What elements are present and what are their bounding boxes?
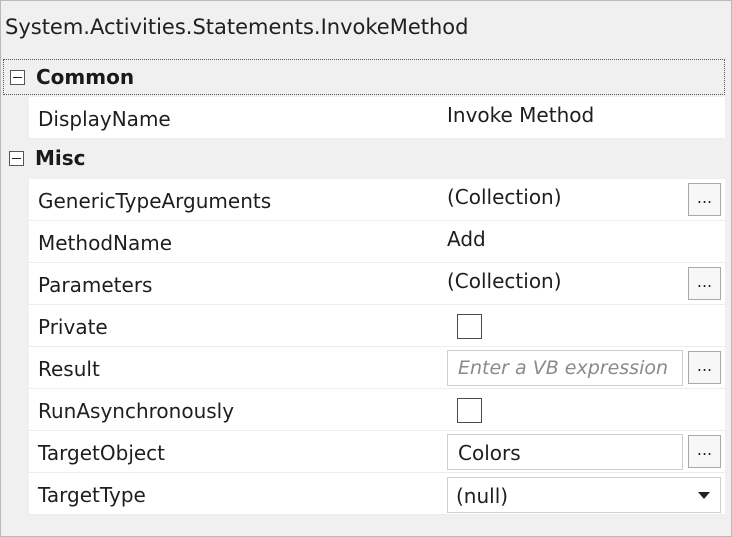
category-common[interactable]: Common <box>3 59 725 95</box>
property-name: RunAsynchronously <box>38 399 235 423</box>
collapse-minus-icon[interactable] <box>10 70 25 85</box>
result-placeholder: Enter a VB expression <box>458 357 669 379</box>
run-asynchronously-checkbox[interactable] <box>457 398 482 423</box>
property-grid-panel: System.Activities.Statements.InvokeMetho… <box>0 0 732 537</box>
property-name: DisplayName <box>38 107 171 131</box>
property-name: TargetType <box>38 483 146 507</box>
property-name: Parameters <box>38 273 153 297</box>
property-value[interactable]: (Collection) <box>447 269 562 293</box>
category-misc[interactable]: Misc <box>3 141 725 177</box>
chevron-down-icon <box>698 492 710 499</box>
property-name: MethodName <box>38 231 173 255</box>
property-grid: Common DisplayName Invoke Method Misc Ge… <box>3 59 725 535</box>
property-value[interactable]: (Collection) <box>447 185 562 209</box>
property-row-result[interactable]: Result Enter a VB expression ... <box>29 347 725 389</box>
result-expression-input[interactable]: Enter a VB expression <box>447 350 683 386</box>
property-row-private[interactable]: Private <box>29 305 725 347</box>
property-value[interactable]: Invoke Method <box>447 103 594 127</box>
ellipsis-button[interactable]: ... <box>688 435 721 468</box>
property-row-parameters[interactable]: Parameters (Collection) ... <box>29 263 725 305</box>
collapse-minus-icon[interactable] <box>9 151 24 166</box>
property-name: Private <box>38 315 108 339</box>
property-row-targettype[interactable]: TargetType (null) <box>29 473 725 515</box>
ellipsis-button[interactable]: ... <box>688 351 721 384</box>
ellipsis-button[interactable]: ... <box>688 183 721 216</box>
property-name: Result <box>38 357 100 381</box>
target-type-dropdown[interactable]: (null) <box>447 477 721 513</box>
ellipsis-button[interactable]: ... <box>688 267 721 300</box>
activity-type-title: System.Activities.Statements.InvokeMetho… <box>5 15 469 39</box>
target-type-value: (null) <box>456 484 509 508</box>
property-name: GenericTypeArguments <box>38 189 272 213</box>
private-checkbox[interactable] <box>457 314 482 339</box>
property-name: TargetObject <box>38 441 166 465</box>
target-object-input[interactable]: Colors <box>447 434 683 470</box>
property-row-targetobject[interactable]: TargetObject Colors ... <box>29 431 725 473</box>
target-object-value: Colors <box>458 441 521 465</box>
property-row-generictypearguments[interactable]: GenericTypeArguments (Collection) ... <box>29 179 725 221</box>
property-value[interactable]: Add <box>447 227 486 251</box>
property-row-methodname[interactable]: MethodName Add <box>29 221 725 263</box>
category-label: Common <box>36 65 135 89</box>
category-label: Misc <box>35 146 86 170</box>
property-row-runasynchronously[interactable]: RunAsynchronously <box>29 389 725 431</box>
property-row-displayname[interactable]: DisplayName Invoke Method <box>29 97 725 139</box>
